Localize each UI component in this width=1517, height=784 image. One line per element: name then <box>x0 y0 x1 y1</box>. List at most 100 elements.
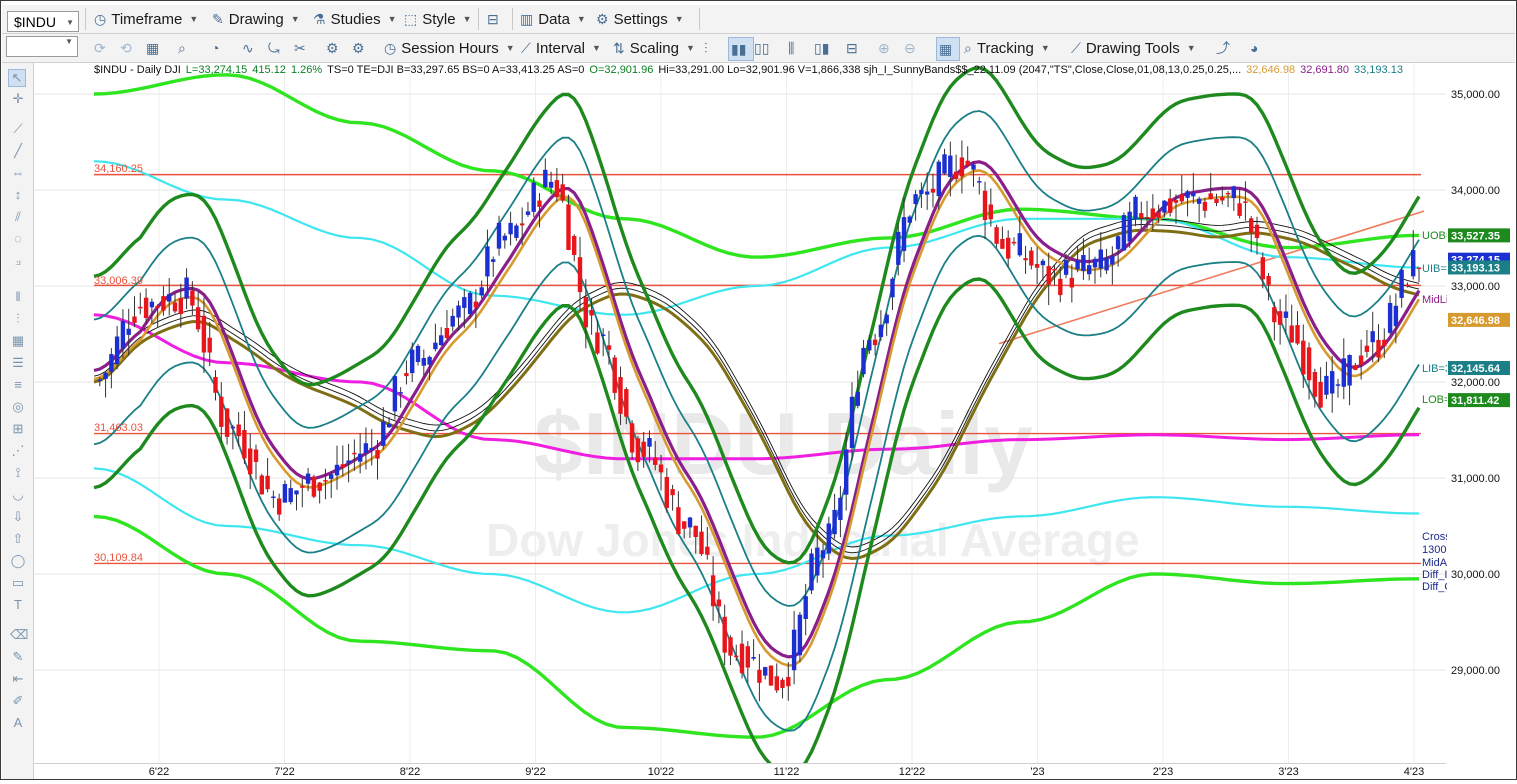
down-candle <box>143 297 149 318</box>
rectangle-icon[interactable]: ▭ <box>10 575 26 591</box>
data-menu[interactable]: ▥ Data ▼ <box>520 8 586 30</box>
crosshair-icon[interactable]: ✛ <box>10 91 26 107</box>
brush-icon[interactable]: ⟋ <box>10 121 26 137</box>
ruler-icon[interactable]: ⟓ <box>10 253 26 269</box>
date-tick-label: 12'22 <box>899 766 926 778</box>
levels-icon[interactable]: ☰ <box>10 355 26 371</box>
chevron-down-icon: ▼ <box>66 18 74 27</box>
layout-icon: ⊟ <box>487 10 499 27</box>
drawing-menu[interactable]: ✎ Drawing ▼ <box>212 8 300 30</box>
arrow-down-icon[interactable]: ⇩ <box>10 509 26 525</box>
interval-icon: ⟋ <box>521 39 531 56</box>
refresh-button[interactable]: ⟳ <box>94 37 111 59</box>
cycle-button[interactable]: ⤿ <box>268 37 285 59</box>
eraser-icon[interactable]: ⌫ <box>10 627 28 643</box>
line-icon[interactable]: ╱ <box>10 143 26 159</box>
equivolume-button[interactable]: ▯▮ <box>814 37 834 59</box>
down-candle <box>375 449 380 459</box>
down-candle <box>1150 208 1155 219</box>
up-candle <box>363 443 369 453</box>
up-candle <box>369 447 374 451</box>
pointer-icon[interactable]: ↖ <box>8 69 26 87</box>
format-button[interactable]: ⚙ <box>326 37 344 59</box>
volume-candle-button[interactable]: ⫼ <box>788 37 799 59</box>
down-candle <box>1034 264 1040 268</box>
text-label-icon[interactable]: A <box>10 715 26 731</box>
date-axis[interactable]: 6'22 7'22 8'22 9'22 10'22 11'22 12'22 '23 2'23 3'… <box>34 763 1446 779</box>
interval-menu[interactable]: ⟋ Interval ▼ <box>521 37 601 59</box>
down-candle <box>1202 201 1208 211</box>
status-value-gold: 32,646.98 <box>1246 64 1296 76</box>
up-candle <box>763 667 768 676</box>
grid-tool-icon[interactable]: ▦ <box>10 333 26 349</box>
channel-icon[interactable]: ⫽ <box>10 209 26 225</box>
scissors-icon: ✂ <box>294 39 306 56</box>
indicator-button[interactable]: ◕ <box>1250 37 1263 59</box>
pitchfork-icon[interactable]: ⟟ <box>10 465 26 481</box>
zoom-in-button[interactable]: ⊕ <box>878 37 895 59</box>
zoom-search-button[interactable]: ⌕ <box>178 37 191 59</box>
up-candle <box>230 426 236 429</box>
interval-field[interactable]: ▼ <box>6 36 78 57</box>
highlighter-icon[interactable]: ✐ <box>10 693 26 709</box>
chart-window: $INDU ▼ ◷ Timeframe ▼ ✎ Drawing ▼ ⚗ Studies ▼ ⬚… <box>0 0 1517 780</box>
chevron-down-icon: ▼ <box>592 43 601 53</box>
bar-chart-button[interactable]: ⫶ <box>704 37 713 59</box>
layout-button-2[interactable]: ⊟ <box>846 37 863 59</box>
scaling-menu[interactable]: ⇅ Scaling ▼ <box>613 37 695 59</box>
down-candle <box>589 310 594 316</box>
down-candle <box>1023 258 1028 261</box>
speed-lines-icon[interactable]: ⋰ <box>10 443 26 459</box>
symbol-selector[interactable]: $INDU ▼ <box>7 11 79 32</box>
fan-icon[interactable]: ◌ <box>10 231 26 247</box>
status-last: L=33,274.15 <box>185 64 248 76</box>
ellipse-icon[interactable]: ◯ <box>10 553 26 569</box>
style-menu[interactable]: ⬚ Style ▼ <box>404 8 472 30</box>
spiral-icon[interactable]: ◎ <box>10 399 26 415</box>
scissors-button[interactable]: ✂ <box>294 37 311 59</box>
arrow-up-icon[interactable]: ⇧ <box>10 531 26 547</box>
arc-icon[interactable]: ◡ <box>10 487 26 503</box>
studies-menu[interactable]: ⚗ Studies ▼ <box>313 8 397 30</box>
tracking-menu[interactable]: ⌕ Tracking ▼ <box>964 37 1050 59</box>
settings-menu[interactable]: ⚙ Settings ▼ <box>596 8 684 30</box>
candlestick-button[interactable]: ▮▮ <box>728 37 755 61</box>
properties-button[interactable]: ⚙ <box>352 37 370 59</box>
drawing-toolbar: ↖ ✛ ⟋ ╱ ⇔ ↕ ⫽ ◌ ⟓ ‖ ⫶ ▦ ☰ ≡ ◎ ⊞ ⋰ ⟟ ◡ ⇩ … <box>2 63 34 779</box>
gann-icon[interactable]: ⊞ <box>10 421 26 437</box>
zoom-out-button[interactable]: ⊖ <box>904 37 921 59</box>
price-tick-label: 33,000.00 <box>1451 281 1500 293</box>
down-candle <box>1312 372 1318 397</box>
down-candle <box>624 389 629 417</box>
trend-button[interactable]: ⤴ <box>1216 37 1235 59</box>
price-axis[interactable]: 29,000.00 30,000.00 31,000.00 32,000.00 33,0… <box>1447 63 1515 763</box>
grid-toggle-button[interactable]: ▦ <box>936 37 961 61</box>
layout-button[interactable]: ⊟ <box>487 8 504 30</box>
fib-icon[interactable]: ⫶ <box>10 311 26 327</box>
timeframe-menu[interactable]: ◷ Timeframe ▼ <box>94 8 198 30</box>
price-tick-label: 30,000.00 <box>1451 569 1500 581</box>
ray-icon[interactable]: ↕ <box>10 187 26 203</box>
delete-drawings-icon[interactable]: ✎ <box>10 649 26 665</box>
text-icon[interactable]: T <box>10 597 26 613</box>
session-hours-menu[interactable]: ◷ Session Hours ▼ <box>384 37 515 59</box>
gauge-button[interactable]: ◔ <box>211 37 224 59</box>
chart-plot-area[interactable]: $INDU Daily Dow Jones Industrial Average <box>34 63 1446 763</box>
drawing-tools-menu[interactable]: ⟋ Drawing Tools ▼ <box>1071 37 1196 59</box>
wave-button[interactable]: ∿ <box>242 37 259 59</box>
up-candle <box>543 169 548 187</box>
svg-text:33,193.13: 33,193.13 <box>1451 262 1500 274</box>
horizontal-lines-icon[interactable]: ≡ <box>10 377 26 393</box>
date-tick-label: '23 <box>1030 766 1044 778</box>
grid-button[interactable]: ▦ <box>146 37 164 59</box>
hollow-candle-button[interactable]: ▯▯ <box>754 37 774 59</box>
up-candle <box>479 287 484 296</box>
status-value-purple: 32,691.80 <box>1300 64 1350 76</box>
down-candle <box>1225 192 1231 195</box>
price-chart <box>34 63 1446 763</box>
date-tick-label: 9'22 <box>525 766 545 778</box>
snap-icon[interactable]: ⇤ <box>10 671 26 687</box>
vertical-lines-icon[interactable]: ‖ <box>10 289 26 305</box>
arrow-line-icon[interactable]: ⇔ <box>10 165 26 181</box>
reload-button[interactable]: ⟲ <box>120 37 137 59</box>
